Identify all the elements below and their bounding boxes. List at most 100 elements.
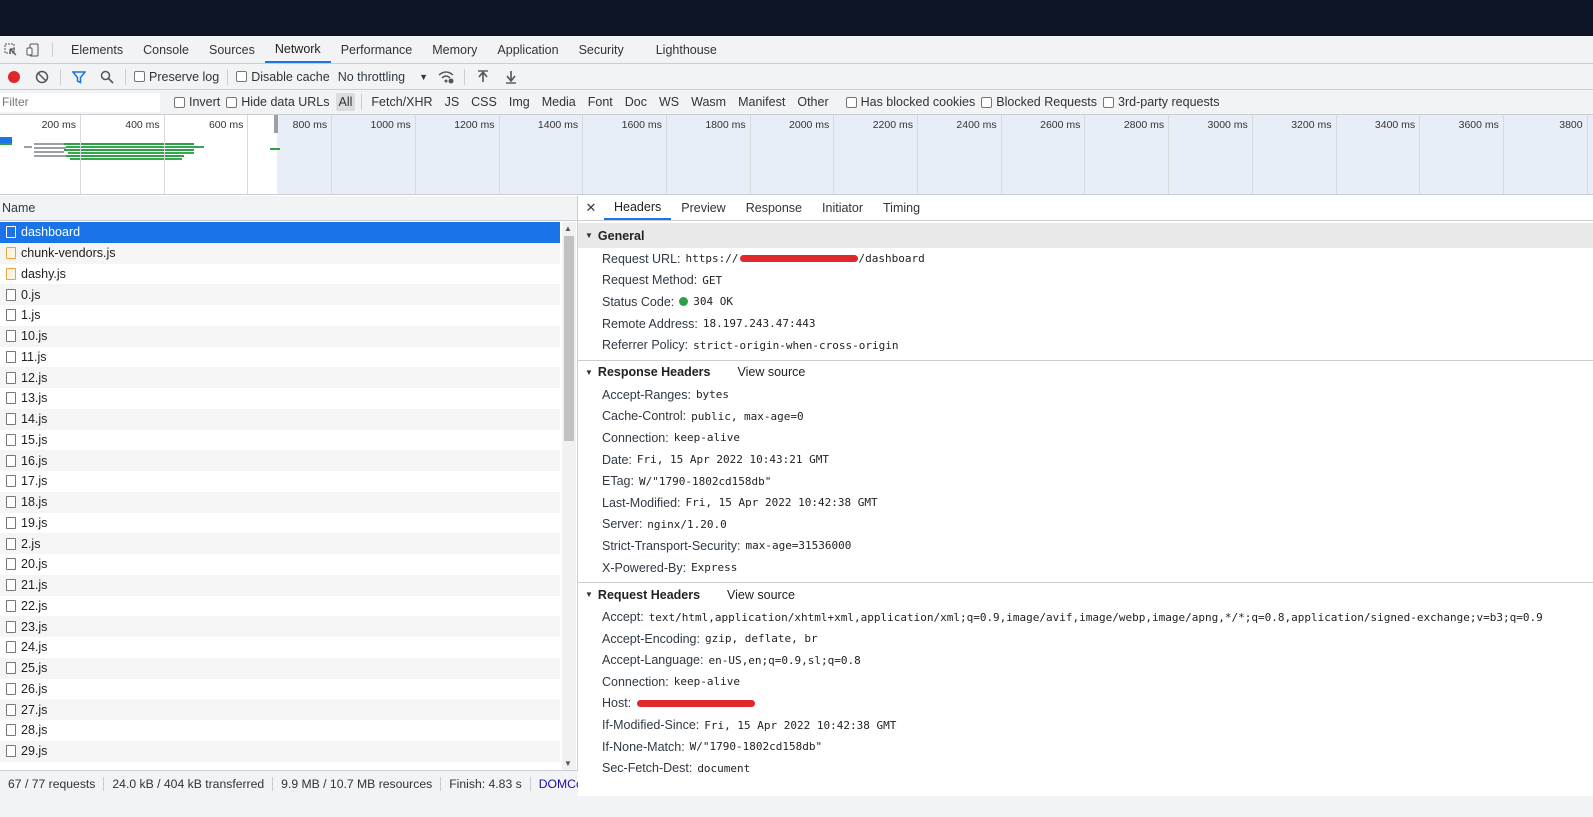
request-row[interactable]: chunk-vendors.js	[0, 242, 560, 264]
filter-type-all[interactable]: All	[335, 93, 356, 111]
response-headers-section-header[interactable]: ▼ Response Headers View source	[578, 359, 1593, 384]
tab-network[interactable]: Network	[264, 36, 331, 63]
tab-application[interactable]: Application	[487, 36, 568, 63]
request-row[interactable]: dashy.js	[0, 264, 560, 285]
tab-memory[interactable]: Memory	[422, 36, 487, 63]
request-row[interactable]: 18.js	[0, 491, 560, 513]
request-row[interactable]: 19.js	[0, 513, 560, 534]
tab-sources[interactable]: Sources	[199, 36, 265, 63]
filter-type-doc[interactable]: Doc	[622, 93, 650, 111]
request-row[interactable]: 13.js	[0, 388, 560, 409]
filter-type-css[interactable]: CSS	[468, 93, 500, 111]
clear-icon[interactable]	[32, 67, 52, 87]
request-row[interactable]: 10.js	[0, 325, 560, 347]
import-har-icon[interactable]	[473, 67, 493, 87]
checkbox-box[interactable]	[1103, 96, 1115, 108]
request-row[interactable]: 16.js	[0, 450, 560, 471]
export-har-icon[interactable]	[501, 67, 521, 87]
filter-type-js[interactable]: JS	[442, 93, 463, 111]
tab-console[interactable]: Console	[133, 36, 199, 63]
timeline-tick-label: 2000 ms	[789, 119, 830, 131]
filter-type-font[interactable]: Font	[585, 93, 616, 111]
timeline-grid-line	[1251, 115, 1253, 194]
search-icon[interactable]	[97, 67, 117, 87]
request-row[interactable]: 29.js	[0, 740, 560, 762]
request-row[interactable]: 28.js	[0, 720, 560, 741]
timeline-tick-label: 3000 ms	[1207, 119, 1248, 131]
network-conditions-icon[interactable]	[436, 67, 456, 87]
request-rows: dashboard chunk-vendors.js dashy.js 0.js 1.j…	[0, 222, 560, 762]
view-source-link[interactable]: View source	[727, 588, 795, 602]
device-toolbar-icon[interactable]	[22, 36, 44, 63]
filter-type-fetch-xhr[interactable]: Fetch/XHR	[368, 93, 435, 111]
tab-elements[interactable]: Elements	[61, 36, 133, 63]
request-row[interactable]: 20.js	[0, 554, 560, 575]
tab-timing[interactable]: Timing	[873, 196, 930, 220]
request-row[interactable]: 11.js	[0, 347, 560, 368]
scroll-up-arrow-icon[interactable]: ▲	[564, 224, 572, 233]
third-party-checkbox[interactable]: 3rd-party requests	[1103, 95, 1219, 109]
blocked-requests-checkbox[interactable]: Blocked Requests	[981, 95, 1097, 109]
request-row[interactable]: 2.js	[0, 533, 560, 554]
filter-type-ws[interactable]: WS	[656, 93, 682, 111]
request-row[interactable]: 15.js	[0, 430, 560, 451]
tab-preview[interactable]: Preview	[671, 196, 735, 220]
checkbox-box[interactable]	[134, 71, 145, 82]
filter-type-wasm[interactable]: Wasm	[688, 93, 729, 111]
tab-initiator[interactable]: Initiator	[812, 196, 873, 220]
close-icon[interactable]: ✕	[578, 196, 604, 220]
scrollbar-thumb[interactable]	[564, 236, 574, 441]
request-row[interactable]: 25.js	[0, 657, 560, 679]
tab-performance[interactable]: Performance	[331, 36, 423, 63]
filter-type-media[interactable]: Media	[539, 93, 579, 111]
filter-input[interactable]: Filter	[0, 92, 160, 112]
checkbox-box[interactable]	[981, 96, 993, 108]
header-key: Accept-Language:	[602, 653, 704, 668]
remote-address-row: Remote Address: 18.197.243.47:443	[578, 313, 1593, 335]
timeline-tick-label: 2400 ms	[956, 119, 997, 131]
request-headers-section-header[interactable]: ▼ Request Headers View source	[578, 582, 1593, 606]
filter-type-other[interactable]: Other	[794, 93, 831, 111]
tab-security[interactable]: Security	[569, 36, 634, 63]
inspect-element-icon[interactable]	[0, 36, 22, 63]
tab-headers[interactable]: Headers	[604, 196, 672, 220]
request-row[interactable]: 1.js	[0, 305, 560, 326]
checkbox-box[interactable]	[845, 96, 857, 108]
request-row[interactable]: dashboard	[0, 222, 560, 243]
throttling-select[interactable]: No throttling ▼	[338, 70, 428, 84]
request-name: 11.js	[21, 349, 47, 364]
general-section-header[interactable]: ▼ General	[578, 223, 1593, 248]
view-source-link[interactable]: View source	[737, 365, 805, 379]
timeline-overview[interactable]: 200 ms 400 ms 600 ms 800 ms 1000 ms 1200 ms 14…	[0, 115, 1593, 195]
filter-type-img[interactable]: Img	[506, 93, 533, 111]
request-list-scrollbar[interactable]: ▲ ▼	[562, 222, 576, 770]
scroll-down-arrow-icon[interactable]: ▼	[564, 759, 572, 768]
checkbox-box[interactable]	[236, 71, 248, 82]
request-row[interactable]: 21.js	[0, 574, 560, 596]
has-blocked-cookies-checkbox[interactable]: Has blocked cookies	[845, 95, 975, 109]
file-icon	[6, 475, 16, 488]
tab-lighthouse[interactable]: Lighthouse	[646, 36, 727, 63]
disable-cache-label: Disable cache	[251, 69, 330, 84]
filter-icon[interactable]	[69, 67, 89, 87]
request-row[interactable]: 23.js	[0, 616, 560, 637]
request-row[interactable]: 27.js	[0, 699, 560, 720]
request-row[interactable]: 14.js	[0, 408, 560, 430]
invert-checkbox[interactable]: Invert	[174, 95, 220, 109]
request-row[interactable]: 17.js	[0, 471, 560, 492]
request-row[interactable]: 24.js	[0, 637, 560, 658]
hide-data-urls-checkbox[interactable]: Hide data URLs	[226, 95, 330, 109]
request-row[interactable]: 26.js	[0, 679, 560, 700]
filter-type-manifest[interactable]: Manifest	[735, 93, 788, 111]
request-row[interactable]: 22.js	[0, 596, 560, 617]
disable-cache-checkbox[interactable]: Disable cache	[236, 70, 330, 84]
tab-response[interactable]: Response	[736, 196, 812, 220]
checkbox-box[interactable]	[226, 96, 238, 108]
request-row[interactable]: 12.js	[0, 367, 560, 388]
timeline-grid-line	[331, 115, 333, 194]
record-icon[interactable]	[4, 67, 24, 87]
checkbox-box[interactable]	[174, 96, 185, 108]
name-column-header[interactable]: Name	[0, 196, 577, 221]
request-row[interactable]: 0.js	[0, 284, 560, 305]
preserve-log-checkbox[interactable]: Preserve log	[134, 70, 219, 84]
